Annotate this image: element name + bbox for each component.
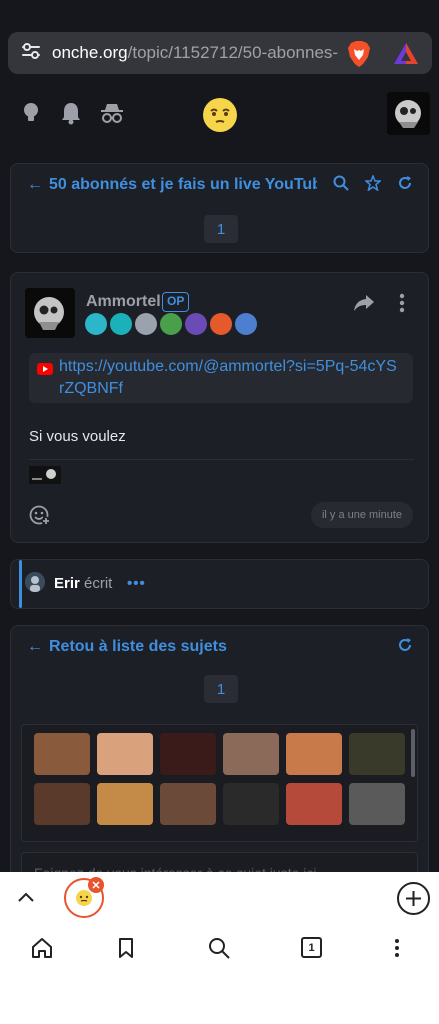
sticker-item[interactable] — [34, 733, 90, 775]
topic-title-row: ← 50 abonnés et je fais un live YouTube — [27, 173, 414, 196]
back-arrow-icon[interactable]: ← — [27, 638, 49, 656]
typing-indicator: Erir écrit ••• — [10, 559, 429, 609]
post-body-text: Si vous voulez — [29, 428, 126, 445]
sticker-picker — [21, 724, 418, 842]
back-to-list-row: ← Retou à liste des sujets — [27, 636, 414, 658]
home-icon[interactable] — [30, 936, 54, 960]
sticker-scrollbar[interactable] — [411, 729, 415, 777]
signature-image — [29, 466, 61, 484]
incognito-icon[interactable] — [99, 100, 125, 126]
footer-actions — [396, 637, 414, 658]
typing-user-avatar[interactable] — [25, 572, 45, 592]
author-badge-icon[interactable] — [185, 313, 207, 335]
topic-header-card: ← 50 abonnés et je fais un live YouTube … — [10, 163, 429, 253]
sticker-item[interactable] — [160, 783, 216, 825]
topic-title[interactable]: 50 abonnés et je fais un live YouTube — [49, 176, 317, 194]
author-badge-icon[interactable] — [235, 313, 257, 335]
search-icon[interactable] — [332, 175, 350, 196]
browser-bottom-bar: ✕ 1 — [0, 872, 439, 1024]
search-icon[interactable] — [207, 936, 231, 960]
page-number-button[interactable]: 1 — [204, 215, 238, 243]
sticker-item[interactable] — [286, 733, 342, 775]
author-badge-icon[interactable] — [135, 313, 157, 335]
sticker-item[interactable] — [34, 783, 90, 825]
url-text[interactable]: onche.org/topic/1152712/50-abonnes- — [52, 43, 344, 63]
author-badges — [85, 313, 257, 335]
new-tab-plus-icon[interactable] — [397, 882, 430, 915]
close-tab-icon[interactable]: ✕ — [88, 877, 104, 893]
back-arrow-icon[interactable]: ← — [27, 176, 49, 194]
author-badge-icon[interactable] — [110, 313, 132, 335]
typing-accent-bar — [19, 560, 22, 608]
share-icon[interactable] — [353, 293, 375, 313]
author-badge-icon[interactable] — [210, 313, 232, 335]
sticker-item[interactable] — [97, 783, 153, 825]
chevron-up-icon[interactable] — [17, 890, 35, 904]
more-vert-icon[interactable] — [399, 293, 405, 313]
topic-actions — [332, 173, 414, 196]
brave-rewards-icon[interactable] — [392, 40, 420, 68]
typing-label: écrit — [84, 575, 113, 592]
back-to-list-link[interactable]: Retou à liste des sujets — [49, 638, 317, 656]
browser-toolbar: onche.org/topic/1152712/50-abonnes- — [0, 0, 439, 84]
refresh-icon[interactable] — [396, 175, 414, 196]
url-path: /topic/1152712/50-abonnes- — [127, 43, 339, 62]
author-badge-icon[interactable] — [160, 313, 182, 335]
post-divider — [29, 459, 414, 460]
youtube-link[interactable]: https://youtube.com/@ammortel?si=5Pq-54c… — [59, 356, 399, 400]
post-card: Ammortel OP https://youtube.com/@ammorte… — [10, 272, 429, 543]
typing-user-name[interactable]: Erir — [54, 575, 80, 592]
lightbulb-icon[interactable] — [18, 100, 44, 126]
star-icon[interactable] — [364, 173, 382, 196]
sticker-item[interactable] — [223, 783, 279, 825]
typing-dots-icon: ••• — [127, 575, 146, 592]
post-timestamp: il y a une minute — [311, 502, 413, 528]
youtube-icon — [37, 362, 53, 375]
post-author-avatar[interactable] — [25, 288, 75, 338]
page-number-button[interactable]: 1 — [204, 675, 238, 703]
sticker-item[interactable] — [349, 733, 405, 775]
site-logo-emoji-icon[interactable] — [201, 96, 239, 134]
url-domain: onche.org — [52, 43, 128, 62]
add-reaction-icon[interactable] — [29, 504, 51, 526]
sticker-item[interactable] — [349, 783, 405, 825]
topic-footer-card: ← Retou à liste des sujets 1 Feignez de … — [10, 625, 429, 892]
site-top-nav — [0, 84, 439, 144]
sticker-item[interactable] — [160, 733, 216, 775]
refresh-icon[interactable] — [396, 637, 414, 658]
tab-count-button[interactable]: 1 — [301, 937, 322, 958]
bell-icon[interactable] — [58, 100, 84, 126]
bookmark-icon[interactable] — [114, 936, 138, 960]
user-avatar[interactable] — [387, 92, 430, 135]
op-badge: OP — [162, 292, 190, 312]
sticker-item[interactable] — [223, 733, 279, 775]
youtube-link-preview[interactable]: https://youtube.com/@ammortel?si=5Pq-54c… — [29, 353, 413, 403]
settings-sliders-icon[interactable] — [20, 40, 42, 67]
sticker-item[interactable] — [286, 783, 342, 825]
brave-lion-icon[interactable] — [344, 39, 374, 69]
url-bar[interactable]: onche.org/topic/1152712/50-abonnes- — [8, 32, 432, 74]
post-author-name[interactable]: Ammortel — [86, 293, 161, 311]
author-badge-icon[interactable] — [85, 313, 107, 335]
sticker-item[interactable] — [97, 733, 153, 775]
more-vert-icon[interactable] — [385, 936, 409, 960]
